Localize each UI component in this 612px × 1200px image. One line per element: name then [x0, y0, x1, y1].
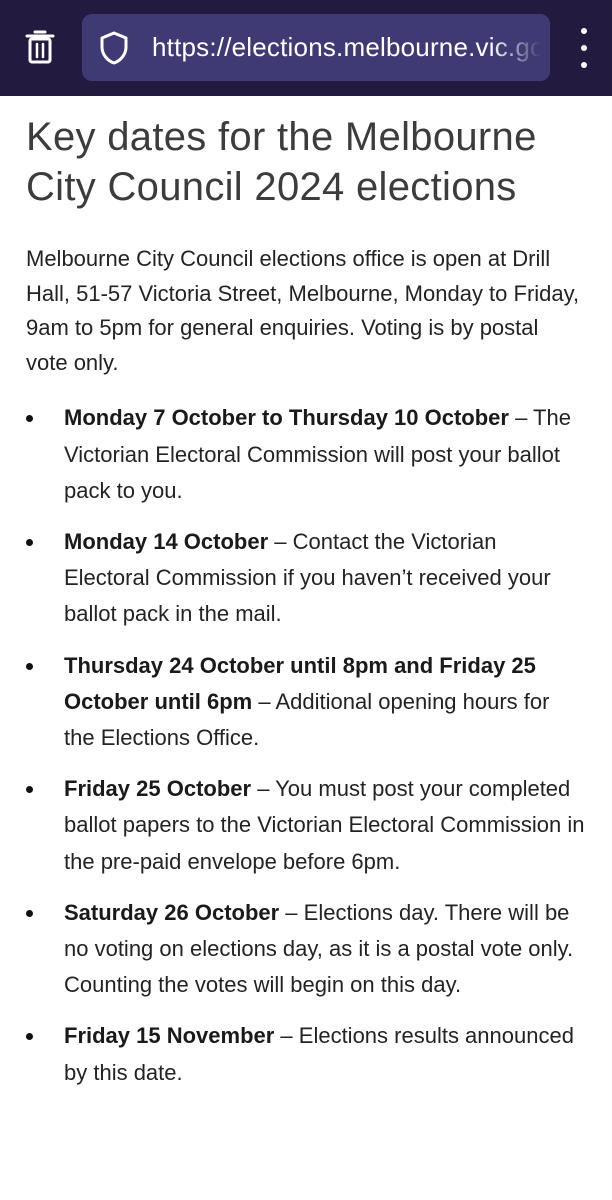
- date-label: Friday 25 October: [64, 776, 252, 802]
- date-label: Monday 7 October to Thursday 10 October: [64, 405, 509, 431]
- browser-toolbar: https://elections.melbourne.vic.gov.au: [0, 0, 612, 96]
- more-vertical-icon[interactable]: [570, 28, 598, 68]
- page-title: Key dates for the Melbourne City Council…: [26, 115, 537, 209]
- list-item: Monday 7 October to Thursday 10 October …: [26, 400, 586, 509]
- list-item: Friday 25 October – You must post your c…: [26, 771, 586, 880]
- list-item: Thursday 24 October until 8pm and Friday…: [26, 648, 586, 757]
- key-dates-list: Monday 7 October to Thursday 10 October …: [26, 400, 586, 1090]
- list-item: Friday 15 November – Elections results a…: [26, 1018, 586, 1090]
- list-item: Monday 14 October – Contact the Victoria…: [26, 524, 586, 633]
- page-content: Key dates for the Melbourne City Council…: [0, 96, 612, 1091]
- url-fade: [490, 14, 550, 81]
- intro-paragraph: Melbourne City Council elections office …: [26, 246, 580, 375]
- address-bar[interactable]: https://elections.melbourne.vic.gov.au: [82, 14, 550, 81]
- shield-icon[interactable]: [98, 28, 130, 68]
- list-item: Saturday 26 October – Elections day. The…: [26, 895, 586, 1004]
- date-label: Monday 14 October: [64, 528, 269, 554]
- menu-dot: [581, 45, 587, 51]
- date-label: Friday 15 November: [64, 1023, 275, 1049]
- trash-icon[interactable]: [20, 27, 60, 67]
- date-label: Saturday 26 October: [64, 899, 280, 925]
- menu-dot: [581, 28, 587, 34]
- menu-dot: [581, 62, 587, 68]
